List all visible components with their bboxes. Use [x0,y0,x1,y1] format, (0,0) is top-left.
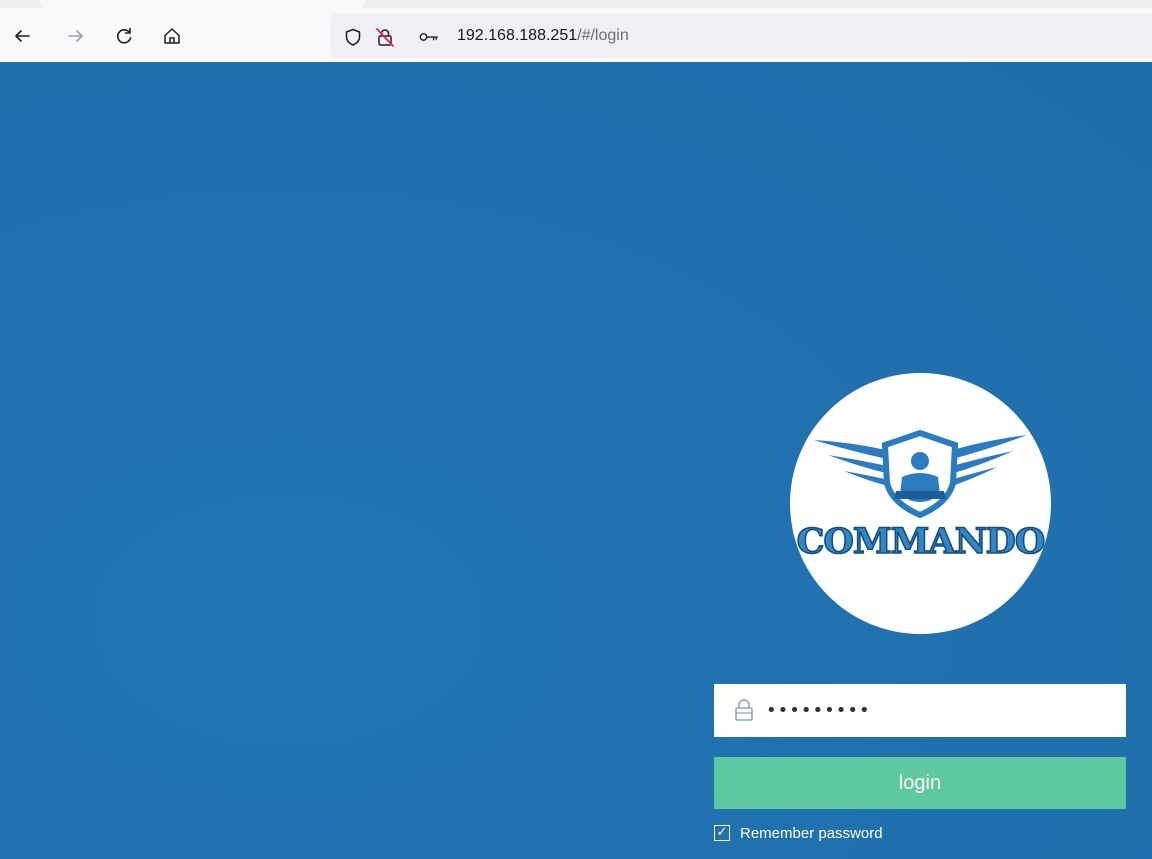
key-icon[interactable] [418,26,440,48]
back-arrow-icon[interactable] [8,22,36,50]
login-button[interactable]: login [714,757,1126,809]
shield-icon[interactable] [342,26,364,48]
url-text[interactable]: 192.168.188.251/#/login [457,25,629,47]
address-bar[interactable]: 192.168.188.251/#/login [330,14,1152,58]
browser-toolbar: 192.168.188.251/#/login [0,0,1152,62]
logo-text: COMMANDO [796,520,1046,563]
login-page: COMMANDO login ✓ Remember password [0,62,1152,859]
url-host: 192.168.188.251 [457,27,578,44]
commando-logo: COMMANDO [790,373,1051,634]
password-input[interactable] [766,692,1106,728]
url-path: /#/login [577,27,629,44]
forward-arrow-icon[interactable] [62,22,90,50]
remember-label: Remember password [740,824,883,842]
remember-password[interactable]: ✓ Remember password [714,822,883,844]
home-icon[interactable] [158,22,186,50]
logo-emblem-icon [814,429,1027,519]
active-tab[interactable] [40,0,365,8]
lock-icon [735,699,753,721]
reload-icon[interactable] [110,22,138,50]
insecure-lock-icon[interactable] [374,26,396,48]
remember-checkbox[interactable]: ✓ [714,825,730,841]
password-field[interactable] [714,684,1126,737]
